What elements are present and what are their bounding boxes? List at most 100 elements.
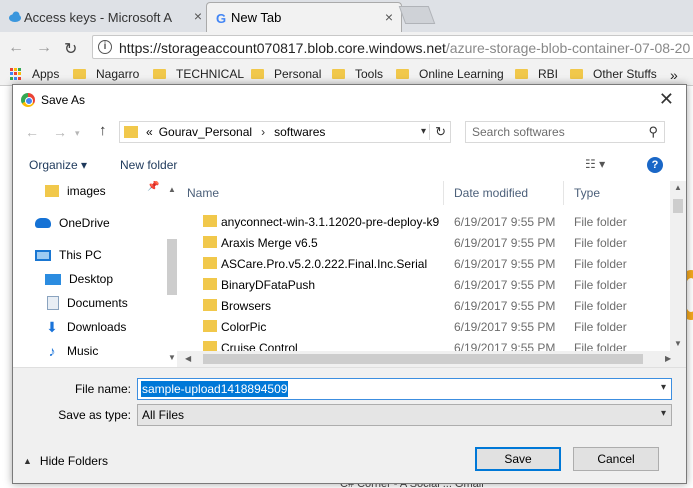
column-header-name[interactable]: Name: [177, 181, 444, 205]
forward-icon[interactable]: →: [36, 39, 52, 57]
folder-icon: [45, 185, 59, 197]
file-name: ASCare.Pro.v5.2.0.222.Final.Inc.Serial: [221, 257, 428, 271]
nav-item-onedrive[interactable]: OneDrive: [35, 213, 110, 233]
file-type: File folder: [574, 257, 627, 271]
chrome-icon: [21, 93, 35, 107]
save-button[interactable]: Save: [475, 447, 561, 471]
folder-icon: [73, 69, 86, 79]
nav-item-label: Music: [67, 344, 99, 358]
nav-item-documents[interactable]: Documents: [47, 293, 128, 313]
command-bar: Organize ▾ New folder ☷ ▾ ?: [13, 151, 686, 179]
save-form: File name: sample-upload1418894509 ▾ Sav…: [13, 367, 686, 483]
column-header-type[interactable]: Type: [564, 181, 670, 205]
tab-new-tab[interactable]: G New Tab ×: [206, 2, 402, 32]
reload-icon[interactable]: ↻: [64, 39, 77, 59]
pin-icon[interactable]: 📌: [147, 181, 159, 192]
url-path: /azure-storage-blob-container-07-08-20: [445, 40, 691, 56]
save-as-type-select[interactable]: All Files ▾: [137, 404, 672, 426]
breadcrumb[interactable]: « Gourav_Personal › softwares ▾ ↻: [119, 121, 451, 143]
scroll-up-icon[interactable]: ▲: [168, 185, 176, 194]
scroll-right-icon[interactable]: ▶: [665, 354, 671, 363]
organize-button[interactable]: Organize ▾: [29, 158, 87, 172]
table-row[interactable]: Araxis Merge v6.5 6/19/2017 9:55 PM File f…: [177, 232, 670, 253]
bookmarks-overflow-icon[interactable]: »: [670, 67, 678, 83]
file-list-horizontal-scrollbar[interactable]: ◀ ▶: [177, 351, 686, 367]
nav-item-desktop[interactable]: Desktop: [45, 269, 113, 289]
refresh-icon[interactable]: ↻: [429, 124, 446, 140]
close-tab-icon[interactable]: ×: [385, 9, 393, 25]
forward-icon[interactable]: →: [53, 124, 67, 140]
back-icon[interactable]: ←: [8, 39, 24, 57]
bookmark-label: Tools: [355, 67, 384, 81]
file-type: File folder: [574, 278, 627, 292]
scroll-thumb[interactable]: [203, 354, 643, 364]
tab-title: Access keys - Microsoft A: [24, 9, 173, 25]
desktop-icon: [45, 273, 61, 285]
folder-icon: [203, 257, 217, 269]
folder-icon: [203, 341, 217, 351]
new-tab-button[interactable]: [398, 6, 436, 24]
file-name-label: File name:: [74, 382, 131, 396]
breadcrumb-item[interactable]: softwares: [274, 125, 325, 139]
azure-cloud-icon: [9, 11, 21, 22]
info-icon[interactable]: i: [98, 40, 112, 54]
table-row[interactable]: Cruise Control 6/19/2017 9:55 PM File fold…: [177, 337, 670, 351]
back-icon[interactable]: ←: [25, 124, 39, 140]
table-row[interactable]: Browsers 6/19/2017 9:55 PM File folder: [177, 295, 670, 316]
cancel-button[interactable]: Cancel: [573, 447, 659, 471]
dialog-title: Save As: [41, 93, 86, 107]
nav-item-music[interactable]: ♪ Music: [45, 341, 99, 361]
column-header-date[interactable]: Date modified: [444, 181, 564, 205]
bookmark-rbi[interactable]: RBI: [515, 67, 558, 81]
bookmark-online-learning[interactable]: Online Learning: [396, 67, 504, 81]
bookmark-technical[interactable]: TECHNICAL: [153, 67, 244, 81]
dialog-title-bar: Save As ✕: [13, 85, 686, 115]
scroll-up-icon[interactable]: ▲: [674, 183, 682, 192]
file-type: File folder: [574, 320, 627, 334]
nav-item-downloads[interactable]: ⬇ Downloads: [45, 317, 126, 337]
table-row[interactable]: ColorPic 6/19/2017 9:55 PM File folder: [177, 316, 670, 337]
file-name: BinaryDFataPush: [221, 278, 316, 292]
chevron-down-icon[interactable]: ▾: [421, 126, 426, 137]
scroll-thumb[interactable]: [673, 199, 683, 213]
bookmark-personal[interactable]: Personal: [251, 67, 321, 81]
scroll-down-icon[interactable]: ▼: [674, 339, 682, 348]
search-input[interactable]: Search softwares ⚲: [465, 121, 665, 143]
breadcrumb-overflow[interactable]: «: [146, 125, 153, 139]
bookmark-label: Personal: [274, 67, 322, 81]
table-row[interactable]: ASCare.Pro.v5.2.0.222.Final.Inc.Serial 6/…: [177, 253, 670, 274]
file-list-vertical-scrollbar[interactable]: ▲ ▼: [670, 181, 686, 351]
bookmark-nagarro[interactable]: Nagarro: [73, 67, 139, 81]
folder-icon: [515, 69, 528, 79]
recent-locations-icon[interactable]: ▾: [75, 128, 80, 139]
new-folder-button[interactable]: New folder: [120, 158, 177, 172]
scroll-thumb[interactable]: [167, 239, 177, 295]
chevron-down-icon[interactable]: ▾: [661, 382, 666, 393]
bookmark-apps[interactable]: Apps: [10, 67, 59, 81]
nav-item-images[interactable]: images: [45, 181, 106, 201]
nav-item-label: Downloads: [67, 320, 127, 334]
folder-icon: [570, 69, 583, 79]
folder-icon: [396, 69, 409, 79]
view-options-icon[interactable]: ☷ ▾: [585, 157, 605, 171]
help-icon[interactable]: ?: [647, 157, 663, 173]
table-row[interactable]: anyconnect-win-3.1.12020-pre-deploy-k9 6/…: [177, 211, 670, 232]
file-name-field[interactable]: sample-upload1418894509 ▾: [137, 378, 672, 400]
tab-access-keys[interactable]: Access keys - Microsoft A ×: [0, 2, 210, 32]
folder-icon: [332, 69, 345, 79]
hide-folders-button[interactable]: ▲ Hide Folders: [23, 454, 108, 468]
file-type: File folder: [574, 215, 627, 229]
nav-item-this-pc[interactable]: This PC: [35, 245, 102, 265]
address-bar[interactable]: i https://storageaccount070817.blob.core…: [92, 35, 693, 59]
close-dialog-icon[interactable]: ✕: [659, 89, 674, 110]
breadcrumb-item[interactable]: Gourav_Personal: [159, 125, 252, 139]
up-folder-icon[interactable]: ↑: [99, 122, 107, 139]
scroll-down-icon[interactable]: ▼: [168, 353, 176, 362]
bookmark-tools[interactable]: Tools: [332, 67, 383, 81]
file-name: Cruise Control: [221, 341, 298, 351]
table-row[interactable]: BinaryDFataPush 6/19/2017 9:55 PM File fol…: [177, 274, 670, 295]
close-tab-icon[interactable]: ×: [194, 8, 202, 24]
bookmark-other-stuffs[interactable]: Other Stuffs: [570, 67, 657, 81]
scroll-left-icon[interactable]: ◀: [185, 354, 191, 363]
save-as-type-value: All Files: [142, 408, 185, 422]
